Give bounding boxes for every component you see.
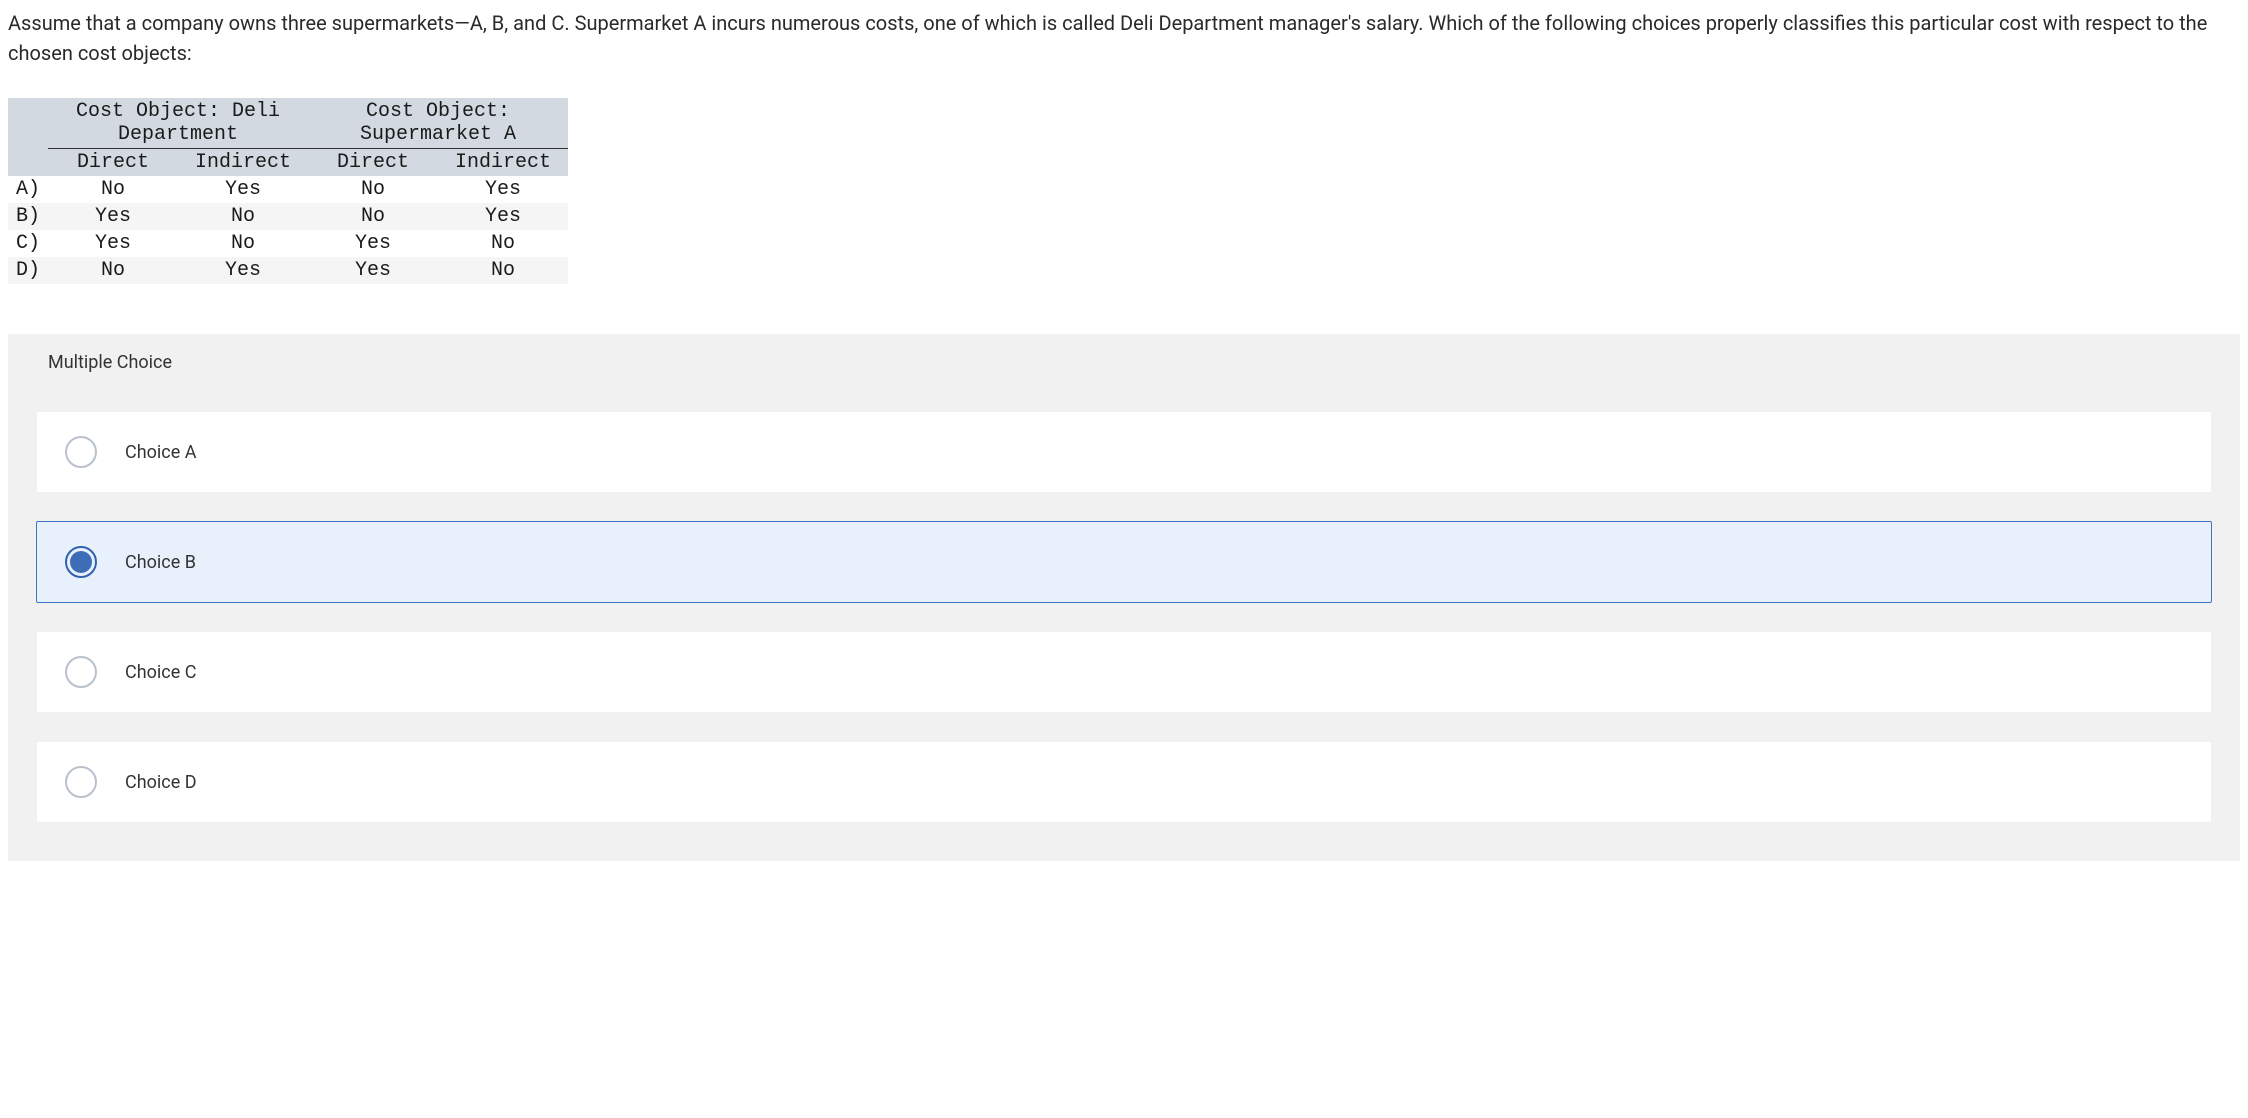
- table-cell: Yes: [178, 176, 308, 203]
- table-cell: Yes: [308, 230, 438, 257]
- header-group-deli-line1: Cost Object: Deli: [56, 100, 300, 123]
- sub-header-direct-2: Direct: [308, 149, 438, 177]
- question-text: Assume that a company owns three superma…: [8, 8, 2240, 68]
- sub-header-indirect-2: Indirect: [438, 149, 568, 177]
- table-cell: Yes: [178, 257, 308, 284]
- table-cell: Yes: [438, 203, 568, 230]
- header-group-supermarket-line1: Cost Object:: [316, 100, 560, 123]
- multiple-choice-section: Multiple Choice Choice A Choice B Choice…: [8, 334, 2240, 861]
- choice-d[interactable]: Choice D: [36, 741, 2212, 823]
- row-label: D): [8, 257, 48, 284]
- choice-a[interactable]: Choice A: [36, 411, 2212, 493]
- radio-icon: [65, 766, 97, 798]
- choice-label: Choice A: [125, 442, 196, 463]
- table-cell: No: [308, 203, 438, 230]
- multiple-choice-header: Multiple Choice: [8, 334, 2240, 391]
- choice-b[interactable]: Choice B: [36, 521, 2212, 603]
- radio-icon: [65, 656, 97, 688]
- choice-label: Choice C: [125, 662, 196, 683]
- table-cell: Yes: [308, 257, 438, 284]
- table-cell: No: [48, 176, 178, 203]
- table-cell: No: [178, 230, 308, 257]
- sub-header-indirect-1: Indirect: [178, 149, 308, 177]
- table-cell: No: [178, 203, 308, 230]
- table-cell: No: [308, 176, 438, 203]
- table-cell: No: [438, 257, 568, 284]
- table-cell: Yes: [48, 203, 178, 230]
- header-group-deli: Cost Object: Deli Department: [48, 98, 308, 149]
- choice-c[interactable]: Choice C: [36, 631, 2212, 713]
- row-label: A): [8, 176, 48, 203]
- choice-label: Choice B: [125, 552, 196, 573]
- header-group-supermarket-line2: Supermarket A: [316, 123, 560, 146]
- header-group-supermarket: Cost Object: Supermarket A: [308, 98, 568, 149]
- table-cell: Yes: [438, 176, 568, 203]
- choice-label: Choice D: [125, 772, 197, 793]
- row-label: C): [8, 230, 48, 257]
- sub-header-blank: [8, 149, 48, 177]
- header-group-deli-line2: Department: [56, 123, 300, 146]
- cost-object-table: Cost Object: Deli Department Cost Object…: [8, 98, 568, 284]
- table-cell: Yes: [48, 230, 178, 257]
- radio-icon: [65, 436, 97, 468]
- sub-header-direct-1: Direct: [48, 149, 178, 177]
- row-label: B): [8, 203, 48, 230]
- table-corner: [8, 98, 48, 149]
- choice-list: Choice A Choice B Choice C Choice D: [8, 391, 2240, 823]
- radio-icon: [65, 546, 97, 578]
- table-cell: No: [48, 257, 178, 284]
- table-body: A) No Yes No Yes B) Yes No No Yes C) Yes…: [8, 176, 568, 284]
- table-cell: No: [438, 230, 568, 257]
